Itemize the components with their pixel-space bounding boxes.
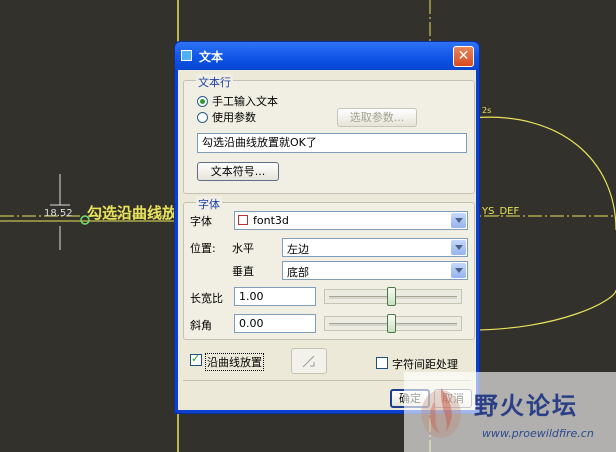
watermark-title: 野火论坛 [474, 392, 578, 420]
aspect-ratio-label: 长宽比 [190, 292, 223, 305]
text-line-group: 文本行 手工输入文本 使用参数 选取参数... 勾选沿曲线放置就OK了 文本符号… [183, 74, 475, 194]
forum-watermark: 野火论坛 www.proewildfire.cn [404, 372, 616, 452]
text-dialog: 文本 ✕ 文本行 手工输入文本 使用参数 选取参数... 勾选沿曲线放置就OK了… [174, 41, 480, 414]
char-spacing-label: 字符间距处理 [392, 358, 458, 371]
char-spacing-checkbox[interactable] [376, 357, 388, 369]
dimension-value[interactable]: 18.52 [44, 208, 73, 219]
place-on-curve-checkbox[interactable] [190, 352, 202, 366]
horizontal-select[interactable]: 左边 [282, 238, 468, 257]
reference-label: YS_DEF [482, 206, 520, 217]
place-on-curve-label[interactable]: 沿曲线放置 [205, 353, 264, 371]
aspect-ratio-slider[interactable] [324, 287, 462, 306]
flip-direction-button[interactable] [291, 348, 327, 374]
slant-slider-thumb[interactable] [387, 314, 396, 333]
chevron-down-icon[interactable] [451, 240, 466, 255]
text-symbol-button[interactable]: 文本符号... [197, 162, 279, 181]
vertical-value: 底部 [287, 266, 309, 279]
close-icon: ✕ [457, 48, 470, 64]
ellipse-curve [469, 116, 616, 331]
small-label: 2s [482, 106, 492, 115]
window-icon [181, 50, 192, 61]
flip-direction-icon [302, 355, 315, 368]
font-group-label: 字体 [196, 196, 222, 212]
horizontal-label: 水平 [232, 242, 254, 255]
radio-manual-label: 手工输入文本 [212, 95, 278, 108]
dialog-client: 文本行 手工输入文本 使用参数 选取参数... 勾选沿曲线放置就OK了 文本符号… [178, 70, 476, 410]
flame-logo-icon [421, 388, 461, 438]
text-line-group-label: 文本行 [196, 74, 233, 90]
horizontal-value: 左边 [287, 243, 309, 256]
curve-text-preview: 勾选沿曲线放置就OK了 [87, 204, 175, 222]
close-button[interactable]: ✕ [453, 46, 474, 67]
radio-param-label: 使用参数 [212, 111, 256, 124]
slant-label: 斜角 [190, 319, 212, 332]
chevron-down-icon[interactable] [451, 263, 466, 278]
dialog-title: 文本 [199, 50, 224, 64]
slant-slider[interactable] [324, 314, 462, 333]
position-label: 位置: [190, 242, 216, 255]
aspect-ratio-input[interactable]: 1.00 [234, 287, 316, 306]
font-value: font3d [253, 214, 289, 227]
radio-use-parameter[interactable]: 使用参数 [197, 109, 256, 125]
vertical-label: 垂直 [232, 265, 254, 278]
font-label: 字体 [190, 215, 212, 228]
slant-input[interactable]: 0.00 [234, 314, 316, 333]
font-group: 字体 字体 font3d 位置: 水平 左边 垂直 底部 长宽比 1.00 斜角… [183, 196, 475, 340]
watermark-url: www.proewildfire.cn [482, 427, 594, 440]
chevron-down-icon[interactable] [451, 213, 466, 228]
radio-manual-text[interactable]: 手工输入文本 [197, 93, 278, 109]
text-input[interactable]: 勾选沿曲线放置就OK了 [197, 133, 467, 153]
font-select[interactable]: font3d [234, 211, 468, 230]
dialog-titlebar[interactable]: 文本 ✕ [175, 42, 479, 70]
vertical-select[interactable]: 底部 [282, 261, 468, 280]
radio-manual-indicator[interactable] [197, 95, 208, 107]
aspect-ratio-slider-thumb[interactable] [387, 287, 396, 306]
select-parameter-button[interactable]: 选取参数... [337, 108, 417, 127]
font-type-icon [238, 215, 248, 225]
radio-param-indicator[interactable] [197, 111, 208, 123]
